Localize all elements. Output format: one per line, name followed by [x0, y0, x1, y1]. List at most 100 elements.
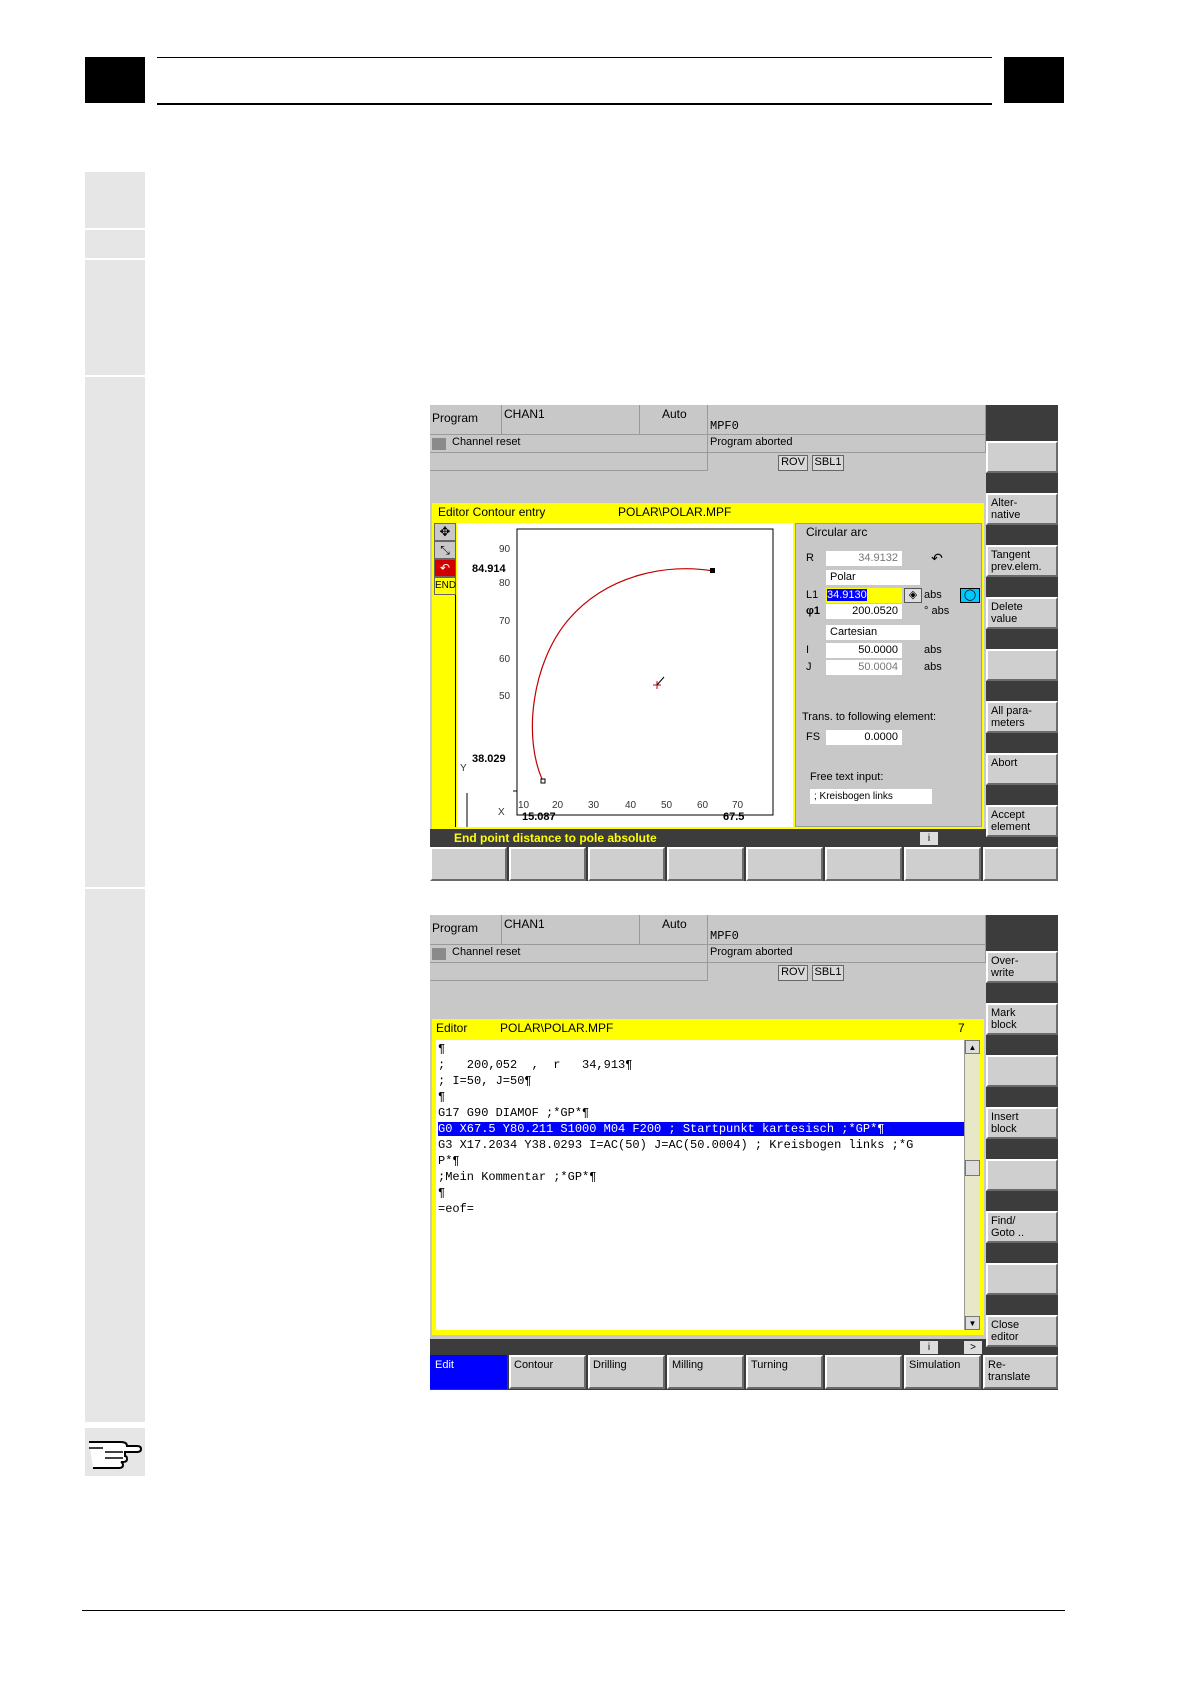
insert-block-softkey[interactable]: Insert block [986, 1107, 1058, 1139]
i-unit: abs [924, 644, 942, 656]
contour-softkey[interactable]: Contour [509, 1355, 586, 1389]
code-line: ;Mein Kommentar ;*GP*¶ [438, 1170, 597, 1184]
arc-end-marker [710, 568, 715, 573]
horizontal-softkey-4[interactable] [667, 847, 744, 881]
status-message: End point distance to pole absolute [454, 831, 657, 845]
contour-entry-screen: Program CHAN1 Auto MPF0 Channel reset Pr… [430, 405, 1058, 881]
x-axis-label: X [498, 807, 505, 818]
status-line: End point distance to pole absolute i [430, 829, 986, 847]
circle-select-icon[interactable]: ◯ [960, 588, 980, 603]
drilling-softkey[interactable]: Drilling [588, 1355, 665, 1389]
channel-reset-icon [432, 438, 446, 450]
delete-value-softkey[interactable]: Delete value [986, 597, 1058, 629]
plot-frame [516, 528, 774, 816]
program-status: Program aborted [708, 945, 986, 963]
close-editor-softkey[interactable]: Close editor [986, 1315, 1058, 1347]
x-tick: 20 [552, 800, 564, 811]
scrollbar[interactable]: ▲ ▼ [964, 1040, 980, 1330]
program-name: MPF0 [708, 405, 986, 435]
r-field[interactable]: 34.9132 [826, 551, 902, 566]
code-line: P*¶ [438, 1154, 460, 1168]
scroll-thumb[interactable] [965, 1160, 980, 1176]
line-number: 7 [958, 1021, 965, 1035]
y-tick: 70 [499, 616, 511, 627]
center-pointer [656, 676, 665, 686]
milling-softkey[interactable]: Milling [667, 1355, 744, 1389]
arc-path [531, 568, 714, 782]
free-text-field[interactable]: ; Kreisbogen links [810, 789, 932, 804]
fs-label: FS [806, 731, 821, 743]
channel-label: CHAN1 [502, 915, 640, 945]
accept-element-softkey[interactable]: Accept element [986, 805, 1058, 837]
horizontal-softkey-1[interactable] [430, 847, 507, 881]
note-hand-box [85, 1428, 145, 1476]
code-line: ; 200,052 , r 34,913¶ [438, 1058, 633, 1072]
scroll-down-icon[interactable]: ▼ [965, 1316, 980, 1330]
horizontal-softkey-2[interactable] [509, 847, 586, 881]
contour-graph [466, 528, 774, 827]
horizontal-softkey-8[interactable] [983, 847, 1058, 881]
next-page-icon[interactable]: > [964, 1341, 982, 1354]
code-line: G3 X17.2034 Y38.0293 I=AC(50) J=AC(50.00… [438, 1138, 914, 1152]
code-line: G17 G90 DIAMOF ;*GP*¶ [438, 1106, 590, 1120]
section-title: Circular arc [806, 525, 868, 539]
rotate-direction-icon[interactable]: ↶ [928, 551, 946, 567]
arc-start-marker [540, 778, 546, 784]
info-icon[interactable]: i [920, 832, 938, 845]
abort-softkey[interactable]: Abort [986, 753, 1058, 785]
scroll-up-icon[interactable]: ▲ [965, 1040, 980, 1054]
retranslate-softkey[interactable]: Re- translate [983, 1355, 1058, 1389]
arrows-tool-icon[interactable]: ⤡ [434, 541, 456, 559]
x-tick: 50 [661, 800, 673, 811]
x-tick: 70 [732, 800, 744, 811]
overwrite-softkey[interactable]: Over- write [986, 951, 1058, 983]
turning-softkey[interactable]: Turning [746, 1355, 823, 1389]
horizontal-softkey-3[interactable] [588, 847, 665, 881]
move-tool-icon[interactable]: ✥ [434, 523, 456, 541]
horizontal-softkey-7[interactable] [904, 847, 981, 881]
edit-softkey[interactable]: Edit [430, 1355, 507, 1389]
horizontal-softkey-6[interactable] [825, 1355, 902, 1389]
find-goto-softkey[interactable]: Find/ Goto .. [986, 1211, 1058, 1243]
editor-file: POLAR\POLAR.MPF [618, 505, 732, 519]
fs-field[interactable]: 0.0000 [826, 730, 902, 745]
simulation-softkey[interactable]: Simulation [904, 1355, 981, 1389]
phi-unit: ° abs [924, 605, 950, 617]
horizontal-softkey-5[interactable] [746, 847, 823, 881]
select-toggle-icon[interactable]: ◈ [904, 588, 922, 603]
l1-field[interactable]: 34.9130 [826, 588, 902, 603]
code-line: ¶ [438, 1090, 446, 1104]
vertical-softkey-5[interactable] [986, 649, 1058, 681]
vertical-softkey-5[interactable] [986, 1159, 1058, 1191]
vertical-softkey-1[interactable] [986, 441, 1058, 473]
polar-label: Polar [826, 570, 920, 585]
editor-title-bar: Editor POLAR\POLAR.MPF 7 [432, 1019, 984, 1037]
arc-tool-icon[interactable]: ↶ [434, 559, 456, 577]
code-line: ; I=50, J=50¶ [438, 1074, 532, 1088]
l1-label: L1 [806, 589, 819, 601]
i-field[interactable]: 50.0000 [826, 643, 902, 658]
vertical-softkey-3[interactable] [986, 1055, 1058, 1087]
code-line: =eof= [438, 1202, 475, 1216]
rov-flag: ROV [778, 455, 808, 471]
program-status: Program aborted [708, 435, 986, 453]
all-parameters-softkey[interactable]: All para- meters [986, 701, 1058, 733]
horizontal-softkey-6[interactable] [825, 847, 902, 881]
editor-title: Editor Contour entry [438, 505, 546, 519]
alternative-softkey[interactable]: Alter- native [986, 493, 1058, 525]
cartesian-label: Cartesian [826, 625, 920, 640]
info-icon[interactable]: i [920, 1341, 938, 1354]
rov-flag: ROV [778, 965, 808, 981]
x-tick: 60 [697, 800, 709, 811]
channel-status: Channel reset [430, 945, 708, 963]
phi-field[interactable]: 200.0520 [826, 604, 902, 619]
tangent-softkey[interactable]: Tangent prev.elem. [986, 545, 1058, 577]
trans-label: Trans. to following element: [802, 711, 937, 723]
y-tick: 50 [499, 691, 511, 702]
vertical-softkey-7[interactable] [986, 1263, 1058, 1295]
j-field[interactable]: 50.0004 [826, 660, 902, 675]
end-tool-icon[interactable]: END [434, 577, 456, 595]
mark-block-softkey[interactable]: Mark block [986, 1003, 1058, 1035]
y-tick: 80 [499, 578, 511, 589]
code-area[interactable]: ¶ ; 200,052 , r 34,913¶ ; I=50, J=50¶ ¶ … [436, 1040, 964, 1330]
